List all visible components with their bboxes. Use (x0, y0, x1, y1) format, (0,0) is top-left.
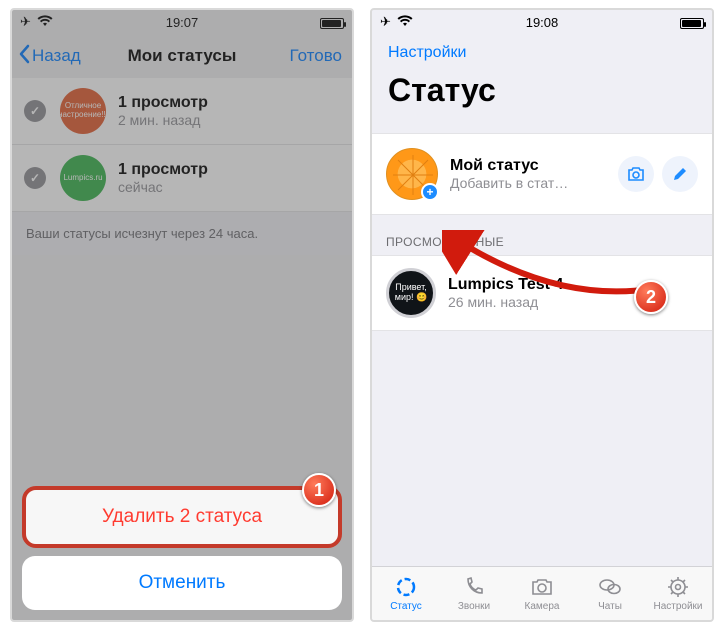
gear-icon (666, 575, 690, 599)
tab-status[interactable]: Статус (372, 567, 440, 620)
cancel-button[interactable]: Отменить (22, 556, 342, 610)
right-phone-screenshot: ✈︎ 19:08 Настройки Статус + Мой статус Д… (370, 8, 714, 622)
annotation-marker-1: 1 (302, 473, 336, 507)
tab-bar: Статус Звонки Камера Чаты Настройки (372, 566, 712, 620)
camera-icon (530, 575, 554, 599)
pencil-icon (672, 166, 688, 182)
delete-sheet-highlight: Удалить 2 статуса (22, 486, 342, 548)
tab-calls[interactable]: Звонки (440, 567, 508, 620)
viewed-status-title: Lumpics Test 4 (448, 276, 563, 294)
add-status-badge-icon: + (421, 183, 439, 201)
tab-camera[interactable]: Камера (508, 567, 576, 620)
my-status-avatar: + (386, 148, 438, 200)
annotation-marker-2: 2 (634, 280, 668, 314)
statusbar-time: 19:08 (372, 15, 712, 30)
page-title: Статус (372, 66, 712, 119)
chat-bubbles-icon (598, 575, 622, 599)
camera-status-button[interactable] (618, 156, 654, 192)
tab-chats[interactable]: Чаты (576, 567, 644, 620)
edit-status-button[interactable] (662, 156, 698, 192)
navigation-bar: Настройки (372, 34, 712, 66)
my-status-subtitle: Добавить в стат… (450, 175, 610, 191)
action-sheet: Удалить 2 статуса Отменить (12, 476, 352, 620)
my-status-row[interactable]: + Мой статус Добавить в стат… (372, 133, 712, 215)
settings-back-link[interactable]: Настройки (388, 44, 466, 61)
left-phone-screenshot: ✈︎ 19:07 Назад Мои статусы Готово ✓ Отли… (10, 8, 354, 622)
my-status-title: Мой статус (450, 157, 610, 175)
phone-icon (462, 575, 486, 599)
delete-statuses-button[interactable]: Удалить 2 статуса (26, 490, 338, 544)
status-ring-icon (394, 575, 418, 599)
viewed-status-time: 26 мин. назад (448, 294, 563, 310)
section-header-viewed: ПРОСМОТРЕННЫЕ (372, 215, 712, 255)
tab-settings[interactable]: Настройки (644, 567, 712, 620)
status-thumbnail: Привет, мир! 😊 (386, 268, 436, 318)
camera-icon (627, 166, 645, 182)
status-bar: ✈︎ 19:08 (372, 10, 712, 34)
